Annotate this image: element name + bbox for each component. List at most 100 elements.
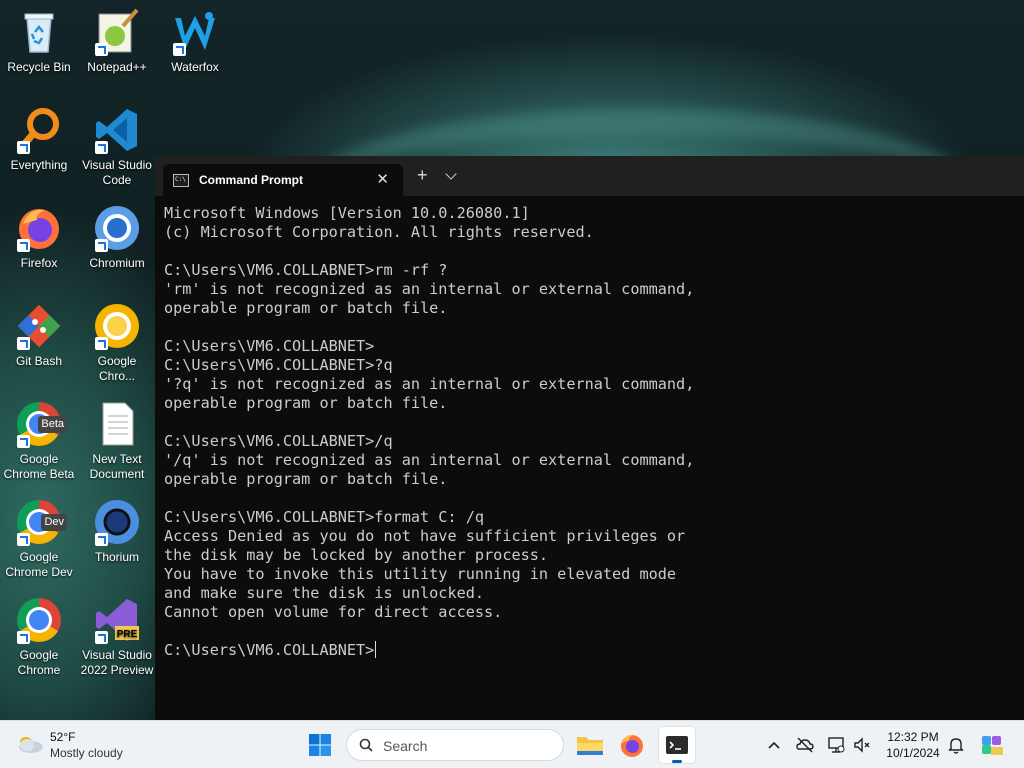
desktop-icon-notepad-plus-plus[interactable]: Notepad++ [78, 8, 156, 75]
desktop-icon-chrome-beta[interactable]: Beta Google Chrome Beta [0, 400, 78, 482]
console-line: C:\Users\VM6.COLLABNET> [164, 337, 375, 355]
shortcut-arrow-icon [17, 141, 30, 154]
desktop-icon-google-chrome-canary[interactable]: Google Chro... [78, 302, 156, 384]
onedrive-offline-icon[interactable] [795, 735, 815, 755]
cloud-icon [19, 737, 43, 753]
desktop-icon-label: Google Chrome Dev [5, 550, 73, 579]
desktop-icon-google-chrome[interactable]: Google Chrome [0, 596, 78, 678]
taskbar-search[interactable]: Search [346, 729, 564, 761]
desktop-icon-visual-studio-2022-preview[interactable]: PRE Visual Studio 2022 Preview [78, 596, 156, 678]
shortcut-arrow-icon [17, 239, 30, 252]
console-prompt: C:\Users\VM6.COLLABNET> [164, 641, 375, 659]
firefox-icon [621, 734, 643, 757]
text-document-icon [93, 400, 141, 448]
desktop-icon-recycle-bin[interactable]: Recycle Bin [0, 8, 78, 75]
taskbar-clock[interactable]: 12:32 PM 10/1/2024 [880, 729, 946, 761]
taskbar: 52°F Mostly cloudy Search 12:32 PM 10/1/… [0, 720, 1024, 768]
shortcut-arrow-icon [95, 43, 108, 56]
desktop-icon-label: Google Chrome [17, 648, 61, 677]
desktop-icon-chromium[interactable]: Chromium [78, 204, 156, 271]
tab-command-prompt[interactable]: Command Prompt ✕ [163, 164, 403, 196]
desktop-icon-label: Thorium [94, 550, 139, 564]
notification-bell-icon[interactable] [946, 735, 966, 755]
pre-badge: PRE [117, 629, 138, 640]
close-tab-icon[interactable]: ✕ [376, 170, 389, 188]
chrome-canary-icon [93, 302, 141, 350]
console-line: Microsoft Windows [Version 10.0.26080.1] [164, 204, 530, 222]
desktop-icon-label: New Text Document [89, 452, 145, 481]
desktop-icon-thorium[interactable]: Thorium [78, 498, 156, 565]
start-button[interactable] [302, 727, 338, 763]
beta-badge: Beta [38, 416, 67, 433]
cmd-icon [173, 174, 189, 187]
weather-condition: Mostly cloudy [50, 746, 123, 760]
window-titlebar[interactable]: Command Prompt ✕ + [155, 156, 1024, 196]
weather-widget[interactable]: 52°F Mostly cloudy [14, 727, 164, 763]
desktop-icon-everything[interactable]: Everything [0, 106, 78, 173]
desktop-icon-new-text-document[interactable]: New Text Document [78, 400, 156, 482]
volume-muted-icon[interactable] [852, 735, 872, 755]
new-tab-button[interactable]: + [417, 166, 428, 184]
console-line: the disk may be locked by another proces… [164, 546, 549, 564]
console-line: C:\Users\VM6.COLLABNET>rm -rf ? [164, 261, 448, 279]
console-line: Cannot open volume for direct access. [164, 603, 503, 621]
desktop-icon-vscode[interactable]: Visual Studio Code [78, 106, 156, 188]
clock-time: 12:32 PM [887, 730, 939, 744]
network-icon[interactable] [826, 735, 846, 755]
shortcut-arrow-icon [95, 239, 108, 252]
shortcut-arrow-icon [17, 337, 30, 350]
desktop-icon-label: Visual Studio Code [82, 158, 152, 187]
desktop-icon-label: Visual Studio 2022 Preview [80, 648, 154, 677]
desktop-icon-git-bash[interactable]: Git Bash [0, 302, 78, 369]
search-icon [359, 738, 373, 752]
shortcut-arrow-icon [173, 43, 186, 56]
terminal-icon [666, 736, 688, 754]
firefox-icon [15, 204, 63, 252]
desktop-icon-label: Firefox [20, 256, 58, 270]
folder-icon [577, 737, 603, 755]
desktop-icon-firefox[interactable]: Firefox [0, 204, 78, 271]
console-line: and make sure the disk is unlocked. [164, 584, 485, 602]
console-line: '?q' is not recognized as an internal or… [164, 375, 695, 393]
console-line: operable program or batch file. [164, 394, 448, 412]
chrome-dev-icon: Dev [15, 498, 67, 546]
console-line: You have to invoke this utility running … [164, 565, 677, 583]
thorium-icon [93, 498, 141, 546]
taskbar-firefox[interactable] [614, 727, 650, 763]
shortcut-arrow-icon [17, 631, 30, 644]
taskbar-terminal[interactable] [659, 727, 695, 763]
console-output[interactable]: Microsoft Windows [Version 10.0.26080.1]… [164, 204, 1014, 714]
weather-temperature: 52°F [50, 730, 76, 744]
chevron-down-icon[interactable] [445, 168, 457, 180]
console-line: C:\Users\VM6.COLLABNET>/q [164, 432, 393, 450]
chevron-up-icon[interactable] [764, 735, 784, 755]
waterfox-icon [171, 8, 219, 56]
shortcut-arrow-icon [17, 435, 30, 448]
command-prompt-window[interactable]: Command Prompt ✕ + Microsoft Windows [Ve… [155, 156, 1024, 720]
shortcut-arrow-icon [95, 631, 108, 644]
clock-date: 10/1/2024 [886, 746, 940, 760]
chrome-beta-icon: Beta [15, 400, 67, 448]
desktop-icon-label: Recycle Bin [7, 60, 71, 74]
console-line: C:\Users\VM6.COLLABNET>?q [164, 356, 393, 374]
search-placeholder: Search [383, 738, 428, 754]
console-prompt-line[interactable]: C:\Users\VM6.COLLABNET> [164, 641, 1014, 660]
everything-icon [15, 106, 63, 154]
desktop-icon-label: Notepad++ [87, 60, 147, 74]
desktop-icon-label: Waterfox [171, 60, 219, 74]
shortcut-arrow-icon [95, 533, 108, 546]
taskbar-file-explorer[interactable] [572, 727, 608, 763]
visual-studio-preview-icon: PRE [93, 596, 141, 644]
desktop-icon-chrome-dev[interactable]: Dev Google Chrome Dev [0, 498, 78, 580]
windows-logo-icon [309, 734, 331, 756]
desktop-icon-label: Google Chrome Beta [3, 452, 75, 481]
text-cursor [375, 641, 377, 658]
desktop-icon-waterfox[interactable]: Waterfox [156, 8, 234, 75]
desktop-icon-label: Everything [10, 158, 68, 172]
console-line: 'rm' is not recognized as an internal or… [164, 280, 695, 298]
copilot-pre-icon[interactable] [980, 733, 1004, 757]
